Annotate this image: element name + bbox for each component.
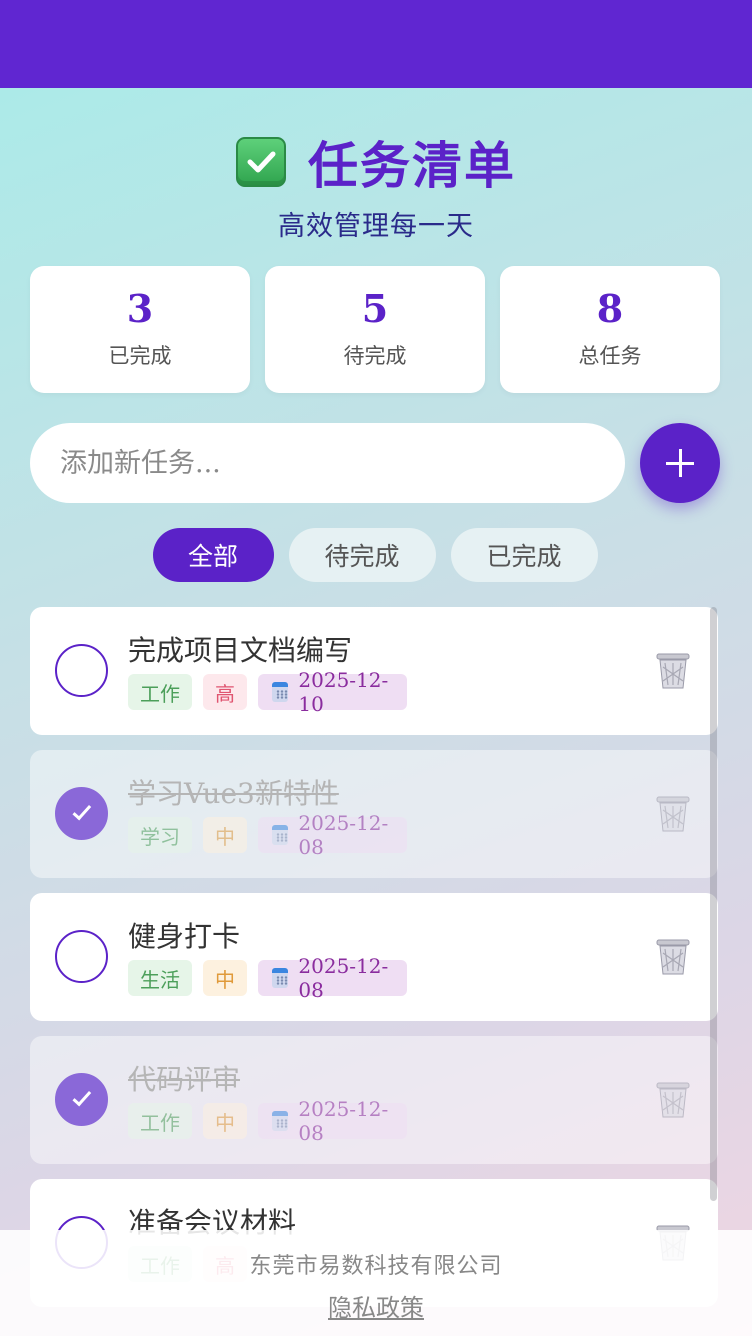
add-task-row [30,423,720,503]
tab-completed[interactable]: 已完成 [450,528,598,582]
stat-label: 总任务 [578,343,642,368]
date-tag: 2025-12-08 [258,954,407,1002]
category-tag: 工作 [128,674,192,710]
page-title: 任务清单 [308,136,516,195]
task-date: 2025-12-08 [298,954,389,1002]
check-icon [71,800,91,821]
task-name: 代码评审 [128,1063,241,1096]
stat-total: 8 总任务 [500,266,720,393]
stat-value: 3 [126,285,154,331]
plus-icon [666,449,694,477]
task-tags: 生活 中 2025-12-08 [128,954,407,1002]
page-subtitle: 高效管理每一天 [278,211,474,242]
task-item: 健身打卡 生活 中 2025-12-08 [30,893,718,1021]
check-icon [71,1086,91,1107]
title-row: 任务清单 [0,128,752,196]
task-checkbox[interactable] [55,1073,108,1126]
stat-value: 5 [361,285,389,331]
trash-icon[interactable] [654,1080,692,1120]
task-item: 代码评审 工作 中 2025-12-08 [30,1036,718,1164]
priority-tag: 中 [203,1103,247,1139]
trash-icon[interactable] [654,651,692,691]
footer: 东莞市易数科技有限公司 隐私政策 [0,1230,752,1336]
date-tag: 2025-12-10 [258,668,407,716]
privacy-policy-link[interactable]: 隐私政策 [328,1288,424,1323]
stat-label: 已完成 [108,343,172,368]
task-checkbox[interactable] [55,644,108,697]
tab-all[interactable]: 全部 [152,528,274,582]
company-name: 东莞市易数科技有限公司 [249,1254,503,1279]
header: 任务清单 高效管理每一天 [0,128,752,243]
task-tags: 学习 中 2025-12-08 [128,811,407,859]
tab-pending[interactable]: 待完成 [288,528,436,582]
stat-pending: 5 待完成 [265,266,485,393]
category-tag: 学习 [128,817,192,853]
stats-row: 3 已完成 5 待完成 8 总任务 [30,266,720,393]
task-name: 完成项目文档编写 [128,634,353,667]
task-name: 健身打卡 [128,920,241,953]
task-tags: 工作 中 2025-12-08 [128,1097,407,1145]
stat-label: 待完成 [343,343,407,368]
priority-tag: 中 [203,817,247,853]
new-task-input[interactable] [30,423,625,503]
task-date: 2025-12-08 [298,811,389,859]
category-tag: 工作 [128,1103,192,1139]
task-checkbox[interactable] [55,930,108,983]
task-tags: 工作 高 2025-12-10 [128,668,407,716]
trash-icon[interactable] [654,937,692,977]
category-tag: 生活 [128,960,192,996]
task-date: 2025-12-10 [298,668,389,716]
stat-completed: 3 已完成 [30,266,250,393]
date-tag: 2025-12-08 [258,1097,407,1145]
trash-icon[interactable] [654,794,692,834]
task-item: 学习Vue3新特性 学习 中 2025-12-08 [30,750,718,878]
task-date: 2025-12-08 [298,1097,389,1145]
top-bar [0,0,752,88]
priority-tag: 中 [203,960,247,996]
calendar-icon [272,825,289,845]
task-name: 学习Vue3新特性 [128,777,339,810]
calendar-icon [272,682,289,702]
priority-tag: 高 [203,674,247,710]
calendar-icon [272,968,289,988]
stat-value: 8 [596,285,624,331]
filter-tabs: 全部 待完成 已完成 [0,528,752,582]
check-box-icon [236,137,286,187]
date-tag: 2025-12-08 [258,811,407,859]
add-task-button[interactable] [640,423,720,503]
list-scrollbar[interactable] [710,607,717,1201]
task-checkbox[interactable] [55,787,108,840]
task-item: 完成项目文档编写 工作 高 2025-12-10 [30,607,718,735]
calendar-icon [272,1111,289,1131]
